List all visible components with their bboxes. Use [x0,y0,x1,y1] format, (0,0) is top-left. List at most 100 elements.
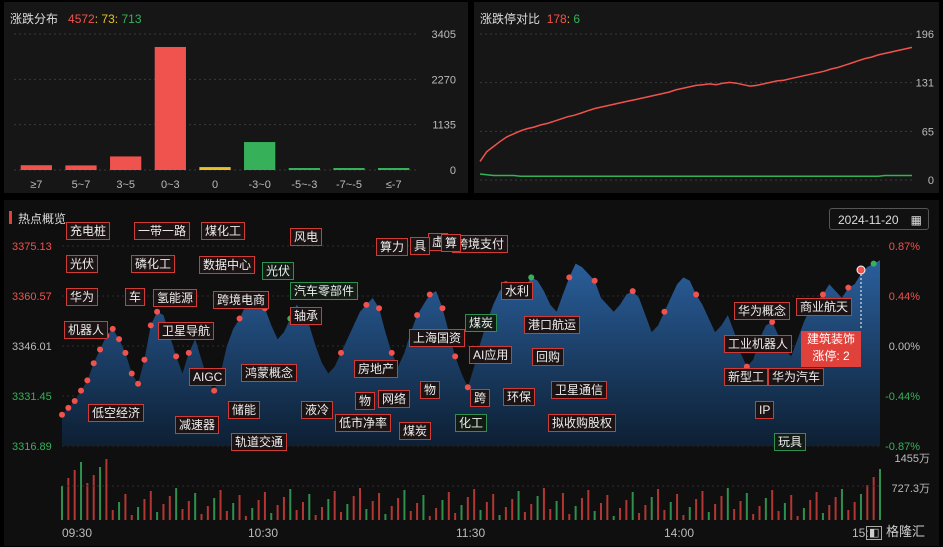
concept-tag[interactable]: 一带一路 [134,222,191,240]
cursor-dot [856,265,866,275]
hot-dot [376,305,383,312]
concept-tag[interactable]: 卫星通信 [551,381,608,399]
x-tick-label: 11:30 [456,526,485,540]
concept-tag[interactable]: 网络 [378,390,411,408]
hot-dot [141,356,148,363]
concept-tag[interactable]: 化工 [455,414,488,432]
hot-dot [147,322,154,329]
concept-tag[interactable]: 新型工 [724,368,769,386]
concept-tag[interactable]: 氢能源 [153,289,198,307]
y-tick-left: 3360.57 [12,291,52,303]
hot-dot [173,353,180,360]
concept-tag[interactable]: 商业航天 [796,298,853,316]
hot-dot [84,377,91,384]
concept-tag[interactable]: 环保 [503,388,536,406]
hot-dot [211,387,218,394]
concept-tag[interactable]: 跨境电商 [213,291,270,309]
hot-dot [363,301,370,308]
y-tick-right: -0.44% [885,391,920,403]
concept-tag[interactable]: 水利 [501,282,534,300]
tooltip-label: 涨停: [812,349,840,363]
hot-dot [566,274,573,281]
concept-tag[interactable]: 物 [355,392,376,410]
concept-tag[interactable]: 充电桩 [66,222,111,240]
y-tick-left: 3346.01 [12,341,52,353]
concept-tag[interactable]: 数据中心 [199,256,256,274]
concept-tag[interactable]: 减速器 [175,416,220,434]
brand-icon: ◧ [866,526,883,540]
brand-logo: ◧ 格隆汇 [866,521,925,540]
concept-tag[interactable]: 低市净率 [335,414,392,432]
concept-tag[interactable]: 拟收购股权 [548,414,617,432]
hot-dot [78,387,85,394]
hot-dot [693,291,700,298]
concept-tag[interactable]: 光伏 [66,255,99,273]
y-tick-right: 0.00% [889,341,920,353]
concept-tag[interactable]: AIGC [189,368,227,386]
concept-tag[interactable]: 低空经济 [88,404,145,422]
hot-dot [236,315,243,322]
concept-tag[interactable]: 轴承 [290,307,323,325]
concept-tag[interactable]: 磷化工 [131,255,176,273]
vol-tick: 727.3万 [891,483,930,495]
y-tick-right: 0.87% [889,241,920,253]
calendar-icon[interactable]: ▦ [911,209,922,231]
concept-tag[interactable]: 工业机器人 [724,335,793,353]
hot-dot [414,312,421,319]
hot-dot [528,274,535,281]
concept-tag[interactable]: 汽车零部件 [290,282,359,300]
y-tick-right: 0.44% [889,291,920,303]
hot-dot [71,397,78,404]
concept-tag[interactable]: 车 [125,288,146,306]
concept-tag[interactable]: 物 [420,381,441,399]
hot-dot [338,349,345,356]
hot-dot [439,305,446,312]
hot-dot [65,404,72,411]
hot-dot [116,336,123,343]
concept-tag[interactable]: 卫星导航 [158,322,215,340]
date-value: 2024-11-20 [838,213,899,227]
concept-tag[interactable]: AI应用 [469,346,513,364]
hot-chart: 3375.13 0.87% 3360.57 0.44% 3346.01 0.00% 3331… [12,241,930,540]
concept-tag[interactable]: 回购 [532,348,565,366]
hot-dot [122,349,129,356]
hot-dot [845,284,852,291]
concept-tag[interactable]: 上海国资 [409,329,466,347]
concept-tag[interactable]: 跨 [470,389,491,407]
concept-tag[interactable]: 鸿蒙概念 [241,364,298,382]
concept-tag[interactable]: 风电 [290,228,323,246]
concept-tag[interactable]: 华为汽车 [768,368,825,386]
concept-tag[interactable]: 煤化工 [201,222,246,240]
concept-tag[interactable]: IP [755,401,775,419]
concept-tag[interactable]: 华为 [66,288,99,306]
concept-tag[interactable]: 房地产 [354,360,399,378]
concept-tag[interactable]: 煤炭 [465,314,498,332]
hot-dot [59,411,65,418]
hot-dot [870,260,877,267]
hot-dot [629,288,636,295]
concept-tag[interactable]: 机器人 [64,321,109,339]
concept-tag[interactable]: 液冷 [301,401,334,419]
concept-tag[interactable]: 算力 [376,238,409,256]
hot-dot [452,353,459,360]
concept-tag[interactable]: 煤炭 [399,422,432,440]
concept-tag[interactable]: 算 [441,234,462,252]
x-tick-label: 09:30 [62,526,92,540]
concept-tag[interactable]: 华为概念 [734,302,791,320]
hot-dot [819,291,826,298]
y-tick-left: 3331.45 [12,391,52,403]
x-tick-label: 10:30 [248,526,278,540]
hot-dot [591,277,598,284]
y-tick-left: 3316.89 [12,441,52,453]
y-tick-right: -0.87% [885,441,920,453]
vol-tick: 1455万 [895,453,930,465]
concept-tag[interactable]: 储能 [228,401,261,419]
concept-tag[interactable]: 港口航运 [524,316,581,334]
tooltip: 建筑装饰 涨停: 2 [801,331,861,367]
date-picker[interactable]: 2024-11-20 ▦ [829,208,929,230]
concept-tag[interactable]: 轨道交通 [231,433,288,451]
hot-dot [388,349,395,356]
concept-tag[interactable]: 光伏 [262,262,295,280]
concept-tag[interactable]: 玩具 [774,433,807,451]
concept-tag[interactable]: 具 [410,237,431,255]
